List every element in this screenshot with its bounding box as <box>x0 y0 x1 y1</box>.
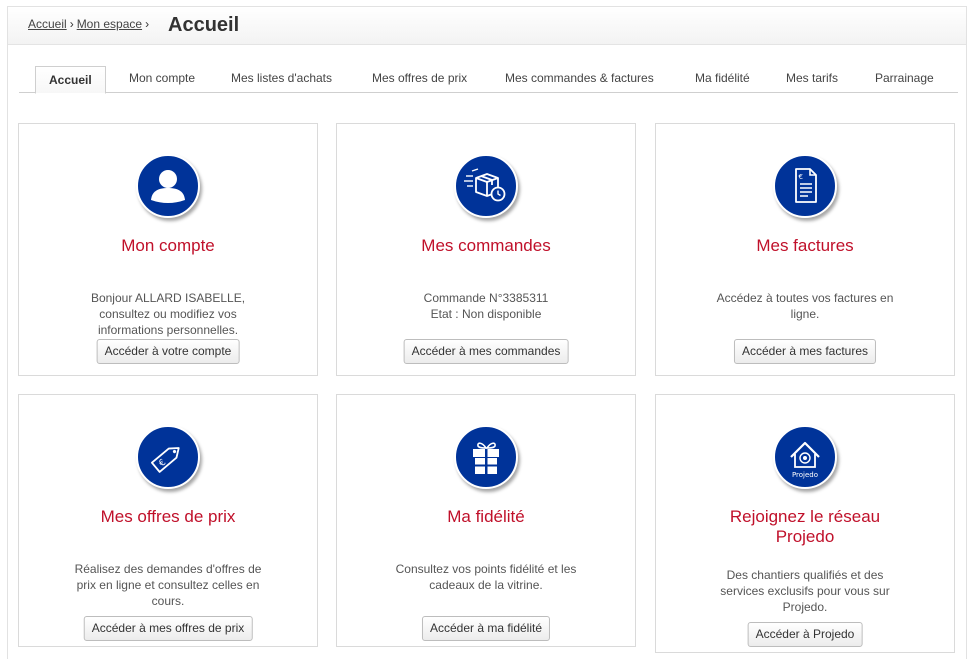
card-text-line: Projedo. <box>782 600 828 614</box>
access-projedo-button[interactable]: Accéder à Projedo <box>747 622 863 647</box>
card-text-line: services exclusifs pour vous sur <box>720 584 890 598</box>
card-text: Des chantiers qualifiés et des services … <box>656 567 954 615</box>
breadcrumb: Accueil › Mon espace › <box>28 17 152 31</box>
tab-mes-commandes-factures[interactable]: Mes commandes & factures <box>505 66 654 93</box>
card-text-line: consultez ou modifiez vos <box>99 307 237 321</box>
card-text: Réalisez des demandes d'offres de prix e… <box>19 561 317 609</box>
page-header: Accueil › Mon espace › Accueil <box>8 7 966 45</box>
card-text-line: ligne. <box>790 307 820 321</box>
card-text: Accédez à toutes vos factures en ligne. <box>656 290 954 322</box>
card-title: Mes commandes <box>421 236 551 255</box>
user-icon[interactable] <box>136 154 200 218</box>
card-text: Commande N°3385311 Etat : Non disponible <box>337 290 635 322</box>
access-offers-button[interactable]: Accéder à mes offres de prix <box>83 616 253 641</box>
card-text-line: cours. <box>151 594 185 608</box>
card-mon-compte: Mon compte Bonjour ALLARD ISABELLE, cons… <box>18 123 318 376</box>
tab-mes-offres-de-prix[interactable]: Mes offres de prix <box>372 66 467 93</box>
tab-mon-compte[interactable]: Mon compte <box>129 66 195 93</box>
card-mes-offres-de-prix: € Mes offres de prix Réalisez des demand… <box>18 394 318 647</box>
order-status: Etat : Non disponible <box>430 307 542 321</box>
svg-text:€: € <box>799 173 803 181</box>
card-ma-fidelite: Ma fidélité Consultez vos points fidélit… <box>336 394 636 647</box>
card-rejoignez-projedo: Projedo Rejoignez le réseau Projedo Des … <box>655 394 955 653</box>
card-title: Rejoignez le réseau Projedo <box>656 507 954 547</box>
tab-accueil[interactable]: Accueil <box>35 66 106 94</box>
projedo-house-icon[interactable]: Projedo <box>773 425 837 489</box>
card-text-line: cadeaux de la vitrine. <box>429 578 543 592</box>
price-tag-icon[interactable]: € <box>136 425 200 489</box>
tab-parrainage[interactable]: Parrainage <box>875 66 934 93</box>
card-text: Bonjour ALLARD ISABELLE, consultez ou mo… <box>19 290 317 338</box>
breadcrumb-home-link[interactable]: Accueil <box>28 17 67 31</box>
card-title-line: Projedo <box>775 527 835 546</box>
access-loyalty-button[interactable]: Accéder à ma fidélité <box>421 616 551 641</box>
breadcrumb-separator: › <box>145 17 150 31</box>
card-text-line: Réalisez des demandes d'offres de <box>74 562 262 576</box>
invoice-icon[interactable]: € <box>773 154 837 218</box>
tab-bar: Accueil Mon compte Mes listes d'achats M… <box>19 66 958 94</box>
card-text-line: Accédez à toutes vos factures en <box>716 291 894 305</box>
breadcrumb-space-link[interactable]: Mon espace <box>77 17 142 31</box>
card-mes-factures: € Mes factures Accédez à toutes vos fact… <box>655 123 955 376</box>
svg-text:€: € <box>157 458 168 470</box>
card-text-line: Consultez vos points fidélité et les <box>395 562 577 576</box>
card-text-line: informations personnelles. <box>97 323 239 337</box>
delivery-box-icon[interactable] <box>454 154 518 218</box>
tab-mes-listes-achats[interactable]: Mes listes d'achats <box>231 66 332 93</box>
card-title-line: Rejoignez le réseau <box>729 507 881 526</box>
tab-ma-fidelite[interactable]: Ma fidélité <box>695 66 750 93</box>
page-frame: Accueil › Mon espace › Accueil Accueil Mon … <box>7 6 967 659</box>
access-invoices-button[interactable]: Accéder à mes factures <box>733 339 877 364</box>
order-number: Commande N°3385311 <box>423 291 549 305</box>
card-mes-commandes: Mes commandes Commande N°3385311 Etat : … <box>336 123 636 376</box>
breadcrumb-separator: › <box>69 17 74 31</box>
projedo-icon-label: Projedo <box>792 471 818 479</box>
card-title: Mon compte <box>121 236 215 255</box>
card-text-line: prix en ligne et consultez celles en <box>76 578 260 592</box>
card-text: Consultez vos points fidélité et les cad… <box>337 561 635 593</box>
card-text-line: Bonjour ALLARD ISABELLE, <box>90 291 246 305</box>
access-orders-button[interactable]: Accéder à mes commandes <box>403 339 569 364</box>
card-title: Mes offres de prix <box>100 507 236 526</box>
card-title: Ma fidélité <box>447 507 525 526</box>
card-title: Mes factures <box>756 236 854 255</box>
gift-icon[interactable] <box>454 425 518 489</box>
access-account-button[interactable]: Accéder à votre compte <box>96 339 240 364</box>
tab-mes-tarifs[interactable]: Mes tarifs <box>786 66 838 93</box>
card-text-line: Des chantiers qualifiés et des <box>726 568 884 582</box>
page-title: Accueil <box>168 14 240 36</box>
